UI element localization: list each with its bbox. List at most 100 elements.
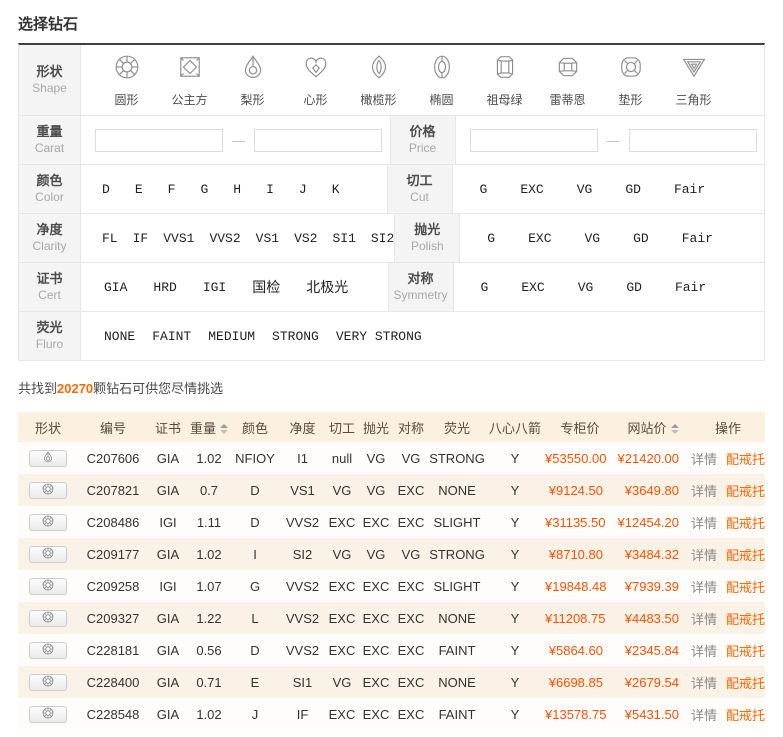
row-shape-button[interactable]	[29, 610, 67, 627]
filter-label-polish: 抛光 Polish	[394, 214, 460, 262]
clarity-option-fl[interactable]: FL	[102, 231, 118, 246]
cell-hearts_arrows: Y	[485, 506, 545, 538]
shape-option-pear[interactable]: 梨形	[221, 54, 284, 108]
row-shape-button[interactable]	[29, 578, 67, 595]
detail-link[interactable]: 详情	[691, 612, 717, 627]
row-shape-button[interactable]	[29, 642, 67, 659]
fluro-option-medium[interactable]: MEDIUM	[208, 329, 255, 344]
cert-option-igi[interactable]: IGI	[203, 280, 226, 295]
color-option-k[interactable]: K	[332, 182, 340, 197]
row-shape-button[interactable]	[29, 706, 67, 723]
cert-option-国检[interactable]: 国检	[252, 277, 280, 297]
fluro-option-strong[interactable]: STRONG	[272, 329, 319, 344]
cut-option-vg[interactable]: VG	[577, 182, 593, 197]
ring-mount-link[interactable]: 配戒托	[726, 580, 765, 595]
shape-option-radiant[interactable]: 雷蒂恩	[536, 54, 599, 108]
shape-option-princess[interactable]: 公主方	[158, 54, 221, 108]
ring-mount-link[interactable]: 配戒托	[726, 548, 765, 563]
shape-option-trillion[interactable]: 三角形	[662, 54, 725, 108]
cell-counter_price: ¥13578.75	[545, 698, 615, 730]
polish-option-g[interactable]: G	[487, 231, 495, 246]
symmetry-option-gd[interactable]: GD	[626, 280, 642, 295]
price-max-input[interactable]	[629, 129, 757, 152]
detail-link[interactable]: 详情	[691, 708, 717, 723]
polish-option-gd[interactable]: GD	[633, 231, 649, 246]
detail-link[interactable]: 详情	[691, 644, 717, 659]
color-option-g[interactable]: G	[200, 182, 208, 197]
polish-option-fair[interactable]: Fair	[682, 231, 713, 246]
clarity-option-vs2[interactable]: VS2	[294, 231, 317, 246]
shape-option-oval[interactable]: 椭圆	[410, 54, 473, 108]
fluro-option-none[interactable]: NONE	[104, 329, 135, 344]
carat-min-input[interactable]	[95, 129, 223, 152]
sort-icon[interactable]	[671, 424, 679, 434]
ring-mount-link[interactable]: 配戒托	[726, 644, 765, 659]
color-option-i[interactable]: I	[266, 182, 274, 197]
result-summary: 共找到20270颗钻石可供您尽情挑选	[18, 378, 765, 397]
clarity-option-vs1[interactable]: VS1	[256, 231, 279, 246]
ring-mount-link[interactable]: 配戒托	[726, 708, 765, 723]
cut-option-exc[interactable]: EXC	[520, 182, 543, 197]
row-shape-button[interactable]	[29, 674, 67, 691]
shape-option-marquise[interactable]: 橄榄形	[347, 54, 410, 108]
price-min-input[interactable]	[470, 129, 598, 152]
detail-link[interactable]: 详情	[691, 452, 717, 467]
polish-option-vg[interactable]: VG	[585, 231, 601, 246]
symmetry-option-g[interactable]: G	[481, 280, 489, 295]
symmetry-option-vg[interactable]: VG	[578, 280, 594, 295]
row-shape-button[interactable]	[29, 450, 67, 467]
fluro-option-very-strong[interactable]: VERY STRONG	[336, 329, 422, 344]
filter-label-price-en: Price	[409, 141, 436, 157]
ring-mount-link[interactable]: 配戒托	[726, 452, 765, 467]
detail-link[interactable]: 详情	[691, 676, 717, 691]
cell-site_price: ¥3649.80	[615, 474, 691, 506]
ring-mount-link[interactable]: 配戒托	[726, 676, 765, 691]
cell-symmetry: EXC	[393, 698, 429, 730]
symmetry-option-exc[interactable]: EXC	[521, 280, 544, 295]
carat-max-input[interactable]	[254, 129, 382, 152]
clarity-option-if[interactable]: IF	[133, 231, 149, 246]
cut-option-g[interactable]: G	[480, 182, 488, 197]
ring-mount-link[interactable]: 配戒托	[726, 612, 765, 627]
column-header-carat[interactable]: 重量	[188, 412, 230, 442]
shape-option-cushion[interactable]: 垫形	[599, 54, 662, 108]
price-range-dash: —	[607, 133, 620, 148]
row-shape-button[interactable]	[29, 482, 67, 499]
ring-mount-link[interactable]: 配戒托	[726, 516, 765, 531]
symmetry-option-fair[interactable]: Fair	[675, 280, 706, 295]
sort-icon[interactable]	[220, 424, 228, 434]
detail-link[interactable]: 详情	[691, 516, 717, 531]
filter-label-cut: 切工 Cut	[387, 165, 453, 213]
color-option-e[interactable]: E	[135, 182, 143, 197]
row-shape-button[interactable]	[29, 514, 67, 531]
cell-carat: 0.7	[188, 474, 230, 506]
cut-option-fair[interactable]: Fair	[674, 182, 705, 197]
cert-option-gia[interactable]: GIA	[104, 280, 127, 295]
clarity-option-vvs2[interactable]: VVS2	[209, 231, 240, 246]
shape-option-label: 雷蒂恩	[536, 91, 599, 108]
shape-option-heart[interactable]: 心形	[284, 54, 347, 108]
cell-counter_price: ¥53550.00	[545, 442, 615, 474]
detail-link[interactable]: 详情	[691, 580, 717, 595]
color-option-f[interactable]: F	[168, 182, 176, 197]
cell-site_price: ¥5431.50	[615, 698, 691, 730]
shape-option-round[interactable]: 圆形	[95, 54, 158, 108]
color-option-d[interactable]: D	[102, 182, 110, 197]
detail-link[interactable]: 详情	[691, 484, 717, 499]
column-header-site_price[interactable]: 网站价	[615, 412, 691, 442]
cert-option-北极光[interactable]: 北极光	[306, 277, 348, 297]
cut-option-gd[interactable]: GD	[625, 182, 641, 197]
shape-option-emerald[interactable]: 祖母绿	[473, 54, 536, 108]
color-option-h[interactable]: H	[233, 182, 241, 197]
ring-mount-link[interactable]: 配戒托	[726, 484, 765, 499]
clarity-option-si2[interactable]: SI2	[371, 231, 394, 246]
color-option-j[interactable]: J	[299, 182, 307, 197]
polish-option-exc[interactable]: EXC	[528, 231, 551, 246]
clarity-option-si1[interactable]: SI1	[332, 231, 355, 246]
result-summary-suffix: 颗钻石可供您尽情挑选	[93, 381, 223, 396]
fluro-option-faint[interactable]: FAINT	[152, 329, 191, 344]
clarity-option-vvs1[interactable]: VVS1	[163, 231, 194, 246]
cert-option-hrd[interactable]: HRD	[153, 280, 176, 295]
row-shape-button[interactable]	[29, 546, 67, 563]
detail-link[interactable]: 详情	[691, 548, 717, 563]
